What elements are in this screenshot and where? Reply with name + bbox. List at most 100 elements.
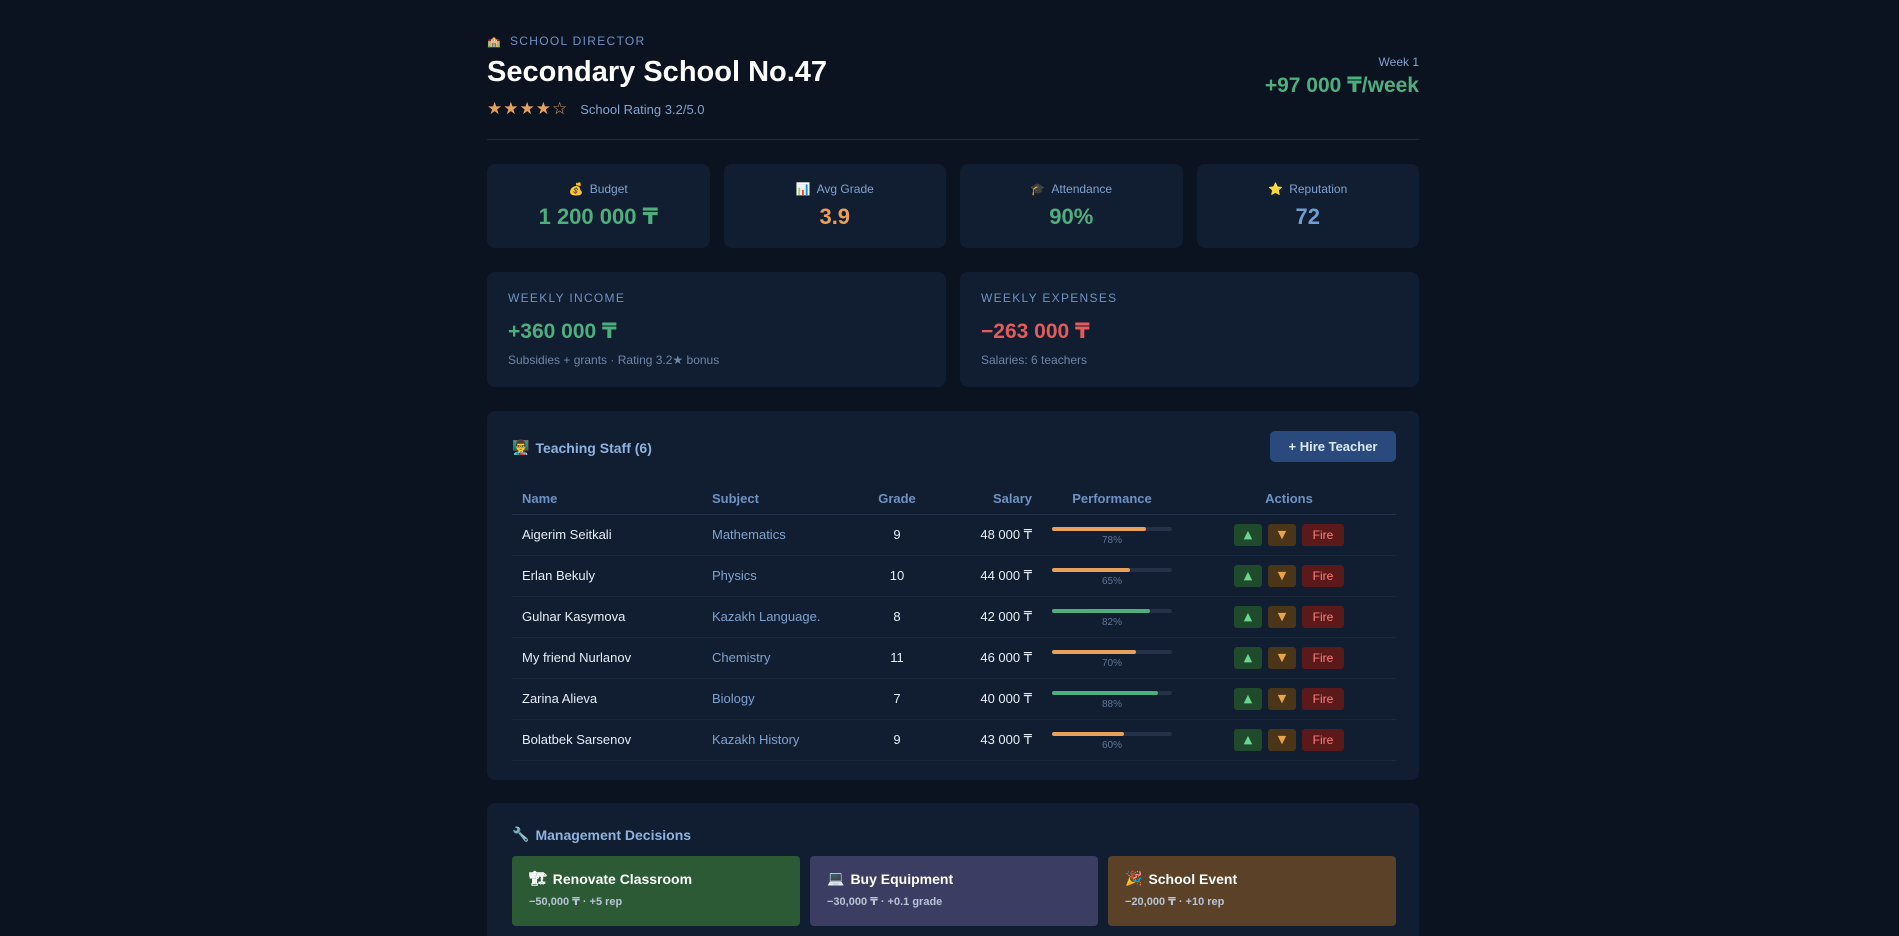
income-note: Subsidies + grants · Rating 3.2★ bonus xyxy=(508,353,720,367)
school-event-card[interactable]: 🎉 School Event −20,000 ₸ · +10 rep xyxy=(1108,856,1396,926)
col-name: Name xyxy=(512,483,702,515)
teacher-name: Zarina Alieva xyxy=(512,678,702,720)
rating-stars-icon: ★★★★☆ xyxy=(487,99,569,118)
performance-bar xyxy=(1052,527,1172,531)
income-label: WEEKLY INCOME xyxy=(508,291,626,305)
stat-label-text: Budget xyxy=(589,182,628,196)
card-title: 💻 Buy Equipment xyxy=(827,870,1081,887)
fire-button[interactable]: Fire xyxy=(1302,523,1344,546)
teacher-grade: 7 xyxy=(862,678,932,720)
graduation-cap-icon: 🎓 xyxy=(1030,182,1046,196)
buy-equipment-card[interactable]: 💻 Buy Equipment −30,000 ₸ · +0.1 grade xyxy=(810,856,1098,926)
game-root: 🏫 SCHOOL DIRECTOR Secondary School No.47… xyxy=(487,0,1419,936)
promote-button[interactable]: ▲ xyxy=(1234,646,1262,669)
expenses-note: Salaries: 6 teachers xyxy=(981,353,1088,367)
performance-percent: 82% xyxy=(1101,617,1122,628)
stats-row: 💰 Budget 1 200 000 ₸ 📊 Avg Grade 3.9 🎓 Attendan… xyxy=(487,164,1419,248)
stat-value: 3.9 xyxy=(819,204,851,229)
school-rating: ★★★★☆ School Rating 3.2/5.0 xyxy=(487,99,705,119)
laptop-icon: 💻 xyxy=(827,870,845,886)
teacher-performance: 70% xyxy=(1042,637,1182,679)
performance-percent: 65% xyxy=(1101,576,1122,587)
week-label: Week 1 xyxy=(1378,55,1419,69)
stat-attendance: 🎓 Attendance 90% xyxy=(960,164,1183,248)
teacher-actions: ▲ ▼ Fire xyxy=(1182,596,1396,638)
card-title: 🎉 School Event xyxy=(1125,870,1379,887)
staff-table-header: Name Subject Grade Salary Performance Ac… xyxy=(512,483,1396,515)
teacher-subject: Physics xyxy=(702,555,862,597)
demote-button[interactable]: ▼ xyxy=(1268,605,1296,628)
staff-table-body: Aigerim Seitkali Mathematics 9 48 000 ₸ 78% ▲… xyxy=(512,514,1396,761)
teacher-grade: 9 xyxy=(862,719,932,761)
fire-button[interactable]: Fire xyxy=(1302,646,1344,669)
fire-button[interactable]: Fire xyxy=(1302,687,1344,710)
teacher-salary: 44 000 ₸ xyxy=(932,555,1042,597)
performance-percent: 88% xyxy=(1101,699,1122,710)
management-panel: 🔧 Management Decisions 🏗 Renovate Classro… xyxy=(487,803,1419,936)
card-cost: −30,000 ₸ · +0.1 grade xyxy=(827,896,943,908)
school-icon: 🏫 xyxy=(487,35,502,48)
stat-label-text: Avg Grade xyxy=(816,182,874,196)
fire-button[interactable]: Fire xyxy=(1302,605,1344,628)
stat-budget: 💰 Budget 1 200 000 ₸ xyxy=(487,164,710,248)
col-actions: Actions xyxy=(1182,483,1396,515)
stat-avg-grade: 📊 Avg Grade 3.9 xyxy=(723,164,946,248)
performance-bar xyxy=(1052,568,1172,572)
table-row: Erlan Bekuly Physics 10 44 000 ₸ 65% ▲ ▼ Fire xyxy=(512,555,1396,597)
stat-label-text: Reputation xyxy=(1289,182,1348,196)
performance-percent: 78% xyxy=(1101,535,1122,546)
teacher-grade: 11 xyxy=(862,637,932,679)
staff-title-text: Teaching Staff (6) xyxy=(535,439,652,456)
teacher-name: Aigerim Seitkali xyxy=(512,514,702,556)
table-row: Bolatbek Sarsenov Kazakh History 9 43 000 ₸… xyxy=(512,719,1396,761)
demote-button[interactable]: ▼ xyxy=(1268,564,1296,587)
stat-reputation: ⭐ Reputation 72 xyxy=(1196,164,1419,248)
performance-bar-fill xyxy=(1052,691,1158,695)
teacher-actions: ▲ ▼ Fire xyxy=(1182,555,1396,597)
staff-header: 👨‍🏫 Teaching Staff (6) + Hire Teacher xyxy=(512,411,1396,483)
performance-percent: 70% xyxy=(1101,658,1122,669)
star-icon: ⭐ xyxy=(1268,182,1284,196)
teacher-grade: 8 xyxy=(862,596,932,638)
construction-icon: 🏗 xyxy=(529,870,547,886)
teacher-name: Erlan Bekuly xyxy=(512,555,702,597)
flows-row: WEEKLY INCOME +360 000 ₸ Subsidies + gra… xyxy=(487,272,1419,387)
fire-button[interactable]: Fire xyxy=(1302,564,1344,587)
performance-percent: 60% xyxy=(1101,740,1122,751)
performance-bar xyxy=(1052,650,1172,654)
management-title: 🔧 Management Decisions xyxy=(512,826,691,843)
performance-bar-fill xyxy=(1052,527,1146,531)
promote-button[interactable]: ▲ xyxy=(1234,564,1262,587)
teacher-grade: 10 xyxy=(862,555,932,597)
promote-button[interactable]: ▲ xyxy=(1234,687,1262,710)
card-title-text: School Event xyxy=(1148,870,1238,887)
demote-button[interactable]: ▼ xyxy=(1268,687,1296,710)
role-text: SCHOOL DIRECTOR xyxy=(510,34,646,48)
promote-button[interactable]: ▲ xyxy=(1234,728,1262,751)
col-performance: Performance xyxy=(1042,483,1182,515)
renovate-classroom-card[interactable]: 🏗 Renovate Classroom −50,000 ₸ · +5 rep xyxy=(512,856,800,926)
teacher-performance: 65% xyxy=(1042,555,1182,597)
performance-bar-fill xyxy=(1052,732,1124,736)
fire-button[interactable]: Fire xyxy=(1302,728,1344,751)
teacher-subject: Chemistry xyxy=(702,637,862,679)
management-cards: 🏗 Renovate Classroom −50,000 ₸ · +5 rep 💻 Bu… xyxy=(512,856,1396,926)
teacher-actions: ▲ ▼ Fire xyxy=(1182,637,1396,679)
performance-bar-fill xyxy=(1052,568,1130,572)
money-bag-icon: 💰 xyxy=(568,182,584,196)
teacher-subject: Kazakh History xyxy=(702,719,862,761)
hire-teacher-button[interactable]: + Hire Teacher xyxy=(1270,431,1396,462)
teacher-icon: 👨‍🏫 xyxy=(512,439,530,455)
promote-button[interactable]: ▲ xyxy=(1234,523,1262,546)
teacher-actions: ▲ ▼ Fire xyxy=(1182,678,1396,720)
teacher-subject: Biology xyxy=(702,678,862,720)
school-title: Secondary School No.47 xyxy=(487,56,828,88)
demote-button[interactable]: ▼ xyxy=(1268,646,1296,669)
teacher-name: Bolatbek Sarsenov xyxy=(512,719,702,761)
demote-button[interactable]: ▼ xyxy=(1268,728,1296,751)
staff-table: Name Subject Grade Salary Performance Ac… xyxy=(512,483,1396,761)
card-title-text: Buy Equipment xyxy=(850,870,954,887)
weekly-net-income: +97 000 ₸/week xyxy=(1264,74,1419,97)
promote-button[interactable]: ▲ xyxy=(1234,605,1262,628)
demote-button[interactable]: ▼ xyxy=(1268,523,1296,546)
